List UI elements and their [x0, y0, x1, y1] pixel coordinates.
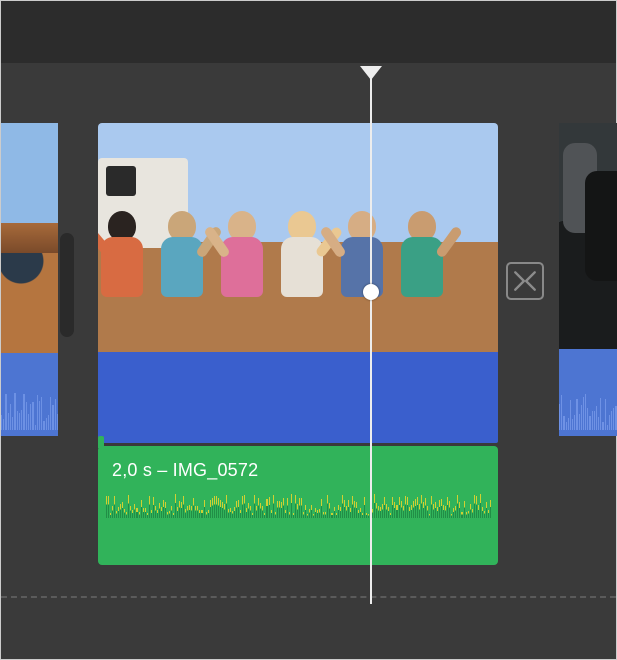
- video-clip[interactable]: [1, 123, 58, 436]
- waveform-icon: [559, 390, 617, 430]
- toolbar: [1, 1, 616, 63]
- clip-thumbnail: [98, 123, 498, 352]
- clip-trim-handle[interactable]: [60, 233, 74, 337]
- clip-audio-band[interactable]: [1, 353, 58, 436]
- track-divider: [1, 596, 616, 598]
- clip-thumbnail: [1, 123, 58, 353]
- attached-audio-clip[interactable]: 2,0 s – IMG_0572: [98, 446, 498, 565]
- audio-clip-label: 2,0 s – IMG_0572: [112, 460, 258, 481]
- waveform-icon: [106, 494, 490, 518]
- cross-dissolve-icon: [512, 268, 538, 294]
- clip-thumbnail: [559, 123, 617, 349]
- clip-audio-band[interactable]: [98, 352, 498, 443]
- video-clip[interactable]: [98, 123, 498, 443]
- transition-button[interactable]: [506, 262, 544, 300]
- waveform-icon: [1, 390, 58, 430]
- clip-audio-band[interactable]: [559, 349, 617, 436]
- video-clip[interactable]: [559, 123, 617, 436]
